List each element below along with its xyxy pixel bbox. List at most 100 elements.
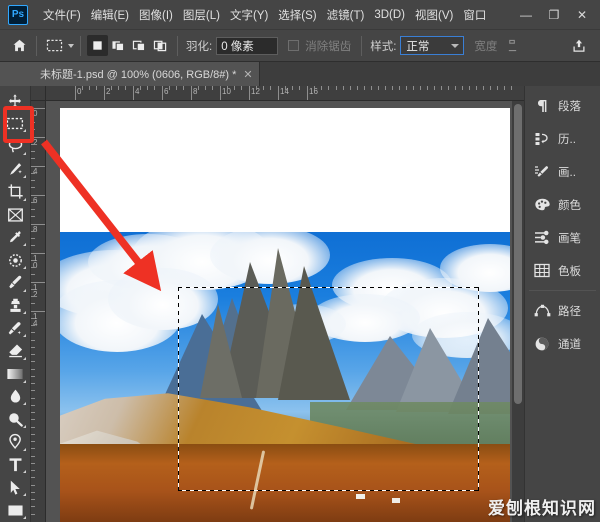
panel-brushes[interactable]: 画笔 — [525, 221, 600, 254]
tool-flyout-indicator — [23, 447, 26, 451]
panel-paragraph[interactable]: 段落 — [525, 89, 600, 122]
subtract-from-selection-button[interactable] — [129, 35, 150, 56]
move-tool[interactable] — [2, 90, 28, 112]
rectangular-marquee-icon[interactable] — [43, 35, 65, 57]
frame-tool[interactable] — [2, 204, 28, 226]
pen-tool[interactable] — [2, 431, 28, 453]
panel-channels[interactable]: 通道 — [525, 327, 600, 360]
antialias-checkbox[interactable] — [288, 40, 300, 51]
tool-flyout-indicator — [23, 129, 26, 133]
blur-tool[interactable] — [2, 386, 28, 408]
paths-icon — [531, 300, 553, 322]
intersect-selection-button[interactable] — [150, 35, 171, 56]
hruler-label: 2 — [106, 87, 111, 96]
horizontal-type-tool[interactable] — [2, 454, 28, 476]
foreground-grass — [60, 444, 510, 522]
crop-tool[interactable] — [2, 181, 28, 203]
minimize-button[interactable]: — — [512, 4, 540, 26]
clone-stamp-tool[interactable] — [2, 295, 28, 317]
panel-label: 历.. — [558, 133, 576, 146]
tools-panel — [0, 86, 31, 522]
tool-flyout-indicator — [23, 106, 26, 110]
tool-flyout-indicator — [23, 515, 26, 519]
hruler-label: 0 — [77, 87, 82, 96]
photo-layer — [60, 232, 510, 522]
tool-flyout-indicator — [23, 197, 26, 201]
quick-selection-tool[interactable] — [2, 158, 28, 180]
chevron-down-icon[interactable] — [68, 43, 74, 48]
panel-color[interactable]: 颜色 — [525, 188, 600, 221]
menu-file[interactable]: 文件(F) — [38, 4, 86, 26]
document-tab[interactable]: 未标题-1.psd @ 100% (0606, RGB/8#) * ✕ — [31, 62, 260, 86]
tool-flyout-indicator — [23, 493, 26, 497]
gradient-tool[interactable] — [2, 363, 28, 385]
swatches-grid-icon — [531, 260, 553, 282]
document-tab-title: 未标题-1.psd @ 100% (0606, RGB/8#) * — [40, 69, 237, 81]
width-height-swap-icon[interactable] — [501, 35, 523, 57]
horizontal-ruler[interactable]: 0 2 4 6 8 10 12 14 16 — [46, 86, 524, 101]
tool-flyout-indicator — [23, 425, 26, 429]
hruler-label: 6 — [164, 87, 169, 96]
menu-type[interactable]: 文字(Y) — [225, 4, 273, 26]
site-watermark: 爱刨根知识网 — [488, 494, 596, 519]
panel-label: 色板 — [558, 265, 581, 278]
panel-swatches[interactable]: 色板 — [525, 254, 600, 287]
close-icon[interactable]: ✕ — [243, 68, 252, 81]
home-icon[interactable] — [8, 35, 30, 57]
photoshop-logo-icon: Ps — [8, 4, 28, 25]
panel-label: 路径 — [558, 305, 581, 318]
menu-3d[interactable]: 3D(D) — [369, 6, 410, 24]
panel-brush-settings[interactable]: 画.. — [525, 155, 600, 188]
tool-flyout-indicator — [23, 334, 26, 338]
panel-history[interactable]: 历.. — [525, 122, 600, 155]
history-brush-tool[interactable] — [2, 317, 28, 339]
eyedropper-tool[interactable] — [2, 226, 28, 248]
feather-input[interactable]: 0 像素 — [216, 36, 279, 55]
dodge-tool[interactable] — [2, 408, 28, 430]
menu-image[interactable]: 图像(I) — [134, 4, 178, 26]
menu-layer[interactable]: 图层(L) — [178, 4, 225, 26]
canvas-vertical-scrollbar[interactable] — [512, 101, 524, 522]
tool-options-bar: 羽化: 0 像素 消除锯齿 样式: 正常 宽度 — [0, 30, 600, 62]
path-selection-tool[interactable] — [2, 476, 28, 498]
maximize-button[interactable]: ❐ — [540, 4, 568, 26]
document-canvas[interactable] — [60, 108, 510, 522]
tool-flyout-indicator — [23, 288, 26, 292]
brush-tool[interactable] — [2, 272, 28, 294]
chevron-down-icon-style — [451, 43, 460, 48]
tool-flyout-indicator — [23, 311, 26, 315]
tool-flyout-indicator — [23, 265, 26, 269]
options-separator-3 — [177, 35, 178, 56]
close-button[interactable]: ✕ — [568, 4, 596, 26]
tool-flyout-indicator — [23, 379, 26, 383]
rectangle-tool[interactable] — [2, 499, 28, 521]
canvas-area[interactable] — [46, 101, 524, 522]
tool-flyout-indicator — [23, 402, 26, 406]
menu-filter[interactable]: 滤镜(T) — [322, 4, 370, 26]
rectangular-marquee-tool[interactable] — [2, 113, 28, 135]
share-export-icon[interactable] — [568, 35, 590, 57]
tool-flyout-indicator — [23, 356, 26, 360]
paragraph-icon — [531, 95, 553, 117]
photoshop-window: Ps 文件(F) 编辑(E) 图像(I) 图层(L) 文字(Y) 选择(S) 滤… — [0, 0, 600, 522]
scrollbar-thumb[interactable] — [514, 104, 522, 404]
vertical-ruler[interactable]: 0 2 4 6 8 10 12 14 — [31, 101, 46, 522]
panel-paths[interactable]: 路径 — [525, 294, 600, 327]
hruler-label: 8 — [193, 87, 198, 96]
menu-edit[interactable]: 编辑(E) — [86, 4, 134, 26]
watermark-text: 爱刨根知识网 — [488, 499, 596, 519]
spot-healing-brush-tool[interactable] — [2, 249, 28, 271]
panel-label: 通道 — [558, 338, 581, 351]
new-selection-button[interactable] — [87, 35, 108, 56]
style-label: 样式: — [370, 40, 397, 53]
menu-window[interactable]: 窗口 — [458, 4, 491, 26]
lasso-tool[interactable] — [2, 135, 28, 157]
brush-settings-icon — [531, 161, 553, 183]
eraser-tool[interactable] — [2, 340, 28, 362]
ruler-corner[interactable] — [31, 86, 46, 101]
menu-select[interactable]: 选择(S) — [273, 4, 321, 26]
add-to-selection-button[interactable] — [108, 35, 129, 56]
menu-view[interactable]: 视图(V) — [410, 4, 458, 26]
style-select[interactable]: 正常 — [400, 36, 465, 55]
panel-label: 画.. — [558, 166, 576, 179]
